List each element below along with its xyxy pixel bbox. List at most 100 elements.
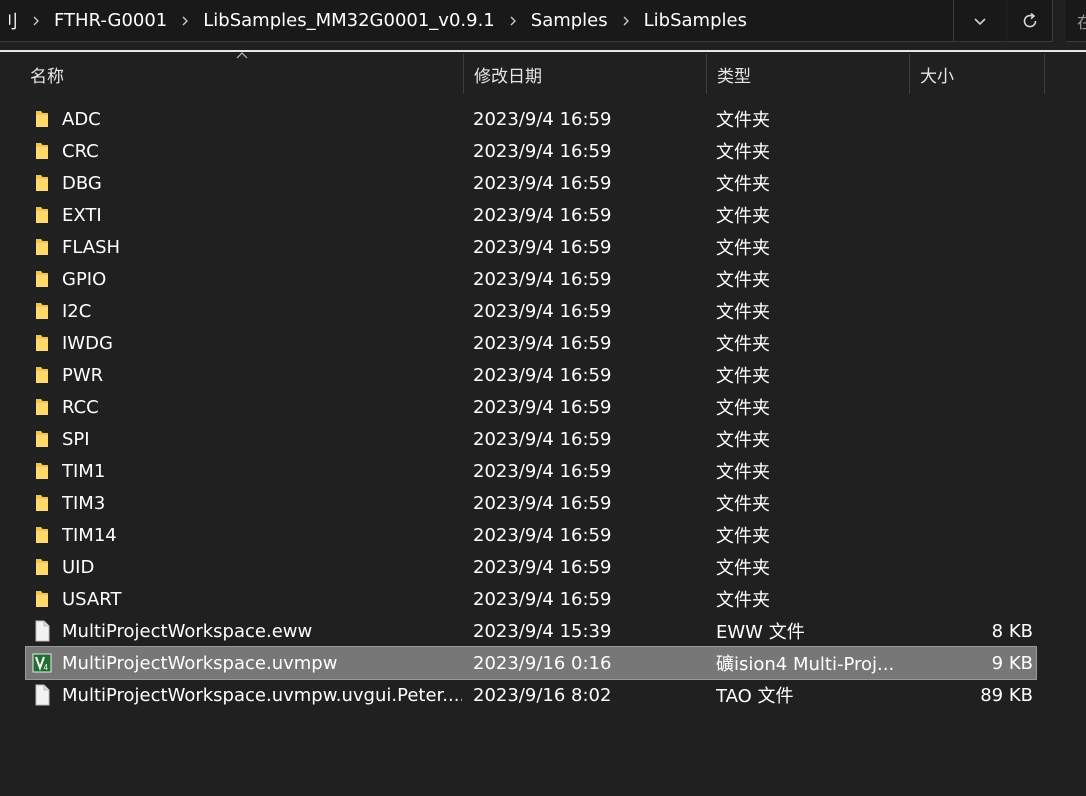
document-icon [32,679,52,711]
chevron-right-icon[interactable] [610,16,642,26]
file-type: 文件夹 [716,398,770,419]
file-name: MultiProjectWorkspace.eww [62,620,313,642]
file-name: PWR [62,364,104,386]
file-name: GPIO [62,268,107,290]
file-row[interactable]: UID 2023/9/4 16:59 文件夹 [26,551,1036,583]
file-type: 文件夹 [716,142,770,163]
file-row[interactable]: EXTI 2023/9/4 16:59 文件夹 [26,199,1036,231]
focus-divider [0,50,1086,52]
folder-icon [32,263,52,295]
file-date: 2023/9/4 16:59 [473,460,612,482]
file-date: 2023/9/4 16:59 [473,396,612,418]
folder-icon [32,199,52,231]
refresh-button[interactable] [1007,0,1053,42]
file-name: SPI [62,428,90,450]
file-size: 8 KB [991,620,1033,642]
svg-text:4: 4 [44,663,49,672]
file-row[interactable]: I2C 2023/9/4 16:59 文件夹 [26,295,1036,327]
folder-icon [32,391,52,423]
column-header-name-label: 名称 [30,66,64,87]
folder-icon [32,423,52,455]
search-input[interactable]: 在 [1066,0,1086,42]
file-date: 2023/9/4 16:59 [473,236,612,258]
folder-icon [32,295,52,327]
file-row[interactable]: TIM14 2023/9/4 16:59 文件夹 [26,519,1036,551]
chevron-right-icon[interactable] [20,16,52,26]
file-row[interactable]: USART 2023/9/4 16:59 文件夹 [26,583,1036,615]
file-row[interactable]: PWR 2023/9/4 16:59 文件夹 [26,359,1036,391]
file-row[interactable]: IWDG 2023/9/4 16:59 文件夹 [26,327,1036,359]
breadcrumb-item-fthr[interactable]: FTHR-G0001 [52,10,169,31]
file-size [916,135,1033,167]
chevron-right-icon[interactable] [169,16,201,26]
file-name: USART [62,588,122,610]
breadcrumb-item-libsamples[interactable]: LibSamples [642,10,749,31]
file-type: 文件夹 [716,558,770,579]
chevron-right-icon[interactable] [497,16,529,26]
file-size [916,295,1033,327]
chevron-down-icon [974,17,986,25]
file-size [916,423,1033,455]
file-type: 文件夹 [716,590,770,611]
breadcrumb-item-partial[interactable]: 刂 [0,8,20,34]
file-name: MultiProjectWorkspace.uvmpw [62,652,338,674]
file-type: 文件夹 [716,462,770,483]
file-row[interactable]: GPIO 2023/9/4 16:59 文件夹 [26,263,1036,295]
file-type: 文件夹 [716,366,770,387]
breadcrumb-item-libsamples-version[interactable]: LibSamples_MM32G0001_v0.9.1 [201,10,497,31]
column-header-size[interactable]: 大小 [910,54,1045,94]
folder-icon [32,359,52,391]
file-size [916,583,1033,615]
file-type: 文件夹 [716,174,770,195]
address-history-button[interactable] [953,0,1006,41]
file-row[interactable]: MultiProjectWorkspace.eww 2023/9/4 15:39 E… [26,615,1036,647]
file-name: DBG [62,172,102,194]
file-size [916,359,1033,391]
file-row[interactable]: DBG 2023/9/4 16:59 文件夹 [26,167,1036,199]
file-date: 2023/9/4 16:59 [473,172,612,194]
file-size [916,199,1033,231]
column-header-size-label: 大小 [920,66,954,87]
file-name: UID [62,556,95,578]
file-type: 文件夹 [716,526,770,547]
file-type: 文件夹 [716,494,770,515]
file-row[interactable]: MultiProjectWorkspace.uvmpw.uvgui.Peter.… [26,679,1036,711]
column-header-date-label: 修改日期 [474,66,542,87]
file-name: ADC [62,108,101,130]
folder-icon [32,231,52,263]
folder-icon [32,487,52,519]
file-date: 2023/9/16 0:16 [473,652,612,674]
folder-icon [32,327,52,359]
breadcrumb-item-samples[interactable]: Samples [529,10,610,31]
file-name: CRC [62,140,99,162]
column-header-name[interactable]: 名称 [20,54,464,94]
file-size [916,167,1033,199]
file-row[interactable]: FLASH 2023/9/4 16:59 文件夹 [26,231,1036,263]
file-type: 文件夹 [716,302,770,323]
file-row[interactable]: TIM3 2023/9/4 16:59 文件夹 [26,487,1036,519]
column-header-type[interactable]: 类型 [707,54,910,94]
file-date: 2023/9/4 16:59 [473,524,612,546]
file-type: TAO 文件 [716,686,794,707]
folder-icon [32,519,52,551]
file-name: EXTI [62,204,102,226]
column-header-row: 名称 修改日期 类型 大小 [0,52,1086,94]
file-size: 9 KB [991,652,1033,674]
file-row[interactable]: SPI 2023/9/4 16:59 文件夹 [26,423,1036,455]
file-type: 文件夹 [716,238,770,259]
folder-icon [32,167,52,199]
file-row[interactable]: RCC 2023/9/4 16:59 文件夹 [26,391,1036,423]
file-date: 2023/9/4 16:59 [473,140,612,162]
column-header-date[interactable]: 修改日期 [464,54,707,94]
file-row[interactable]: 4 MultiProjectWorkspace.uvmpw 2023/9/16 0:… [25,646,1037,680]
refresh-icon [1023,12,1036,27]
file-date: 2023/9/4 16:59 [473,588,612,610]
address-bar[interactable]: 刂 FTHR-G0001 LibSamples_MM32G0001_v0.9.1… [0,0,1006,42]
file-date: 2023/9/4 16:59 [473,556,612,578]
file-row[interactable]: CRC 2023/9/4 16:59 文件夹 [26,135,1036,167]
file-row[interactable]: TIM1 2023/9/4 16:59 文件夹 [26,455,1036,487]
file-name: IWDG [62,332,113,354]
file-row[interactable]: ADC 2023/9/4 16:59 文件夹 [26,103,1036,135]
file-date: 2023/9/16 8:02 [473,684,612,706]
folder-icon [32,103,52,135]
